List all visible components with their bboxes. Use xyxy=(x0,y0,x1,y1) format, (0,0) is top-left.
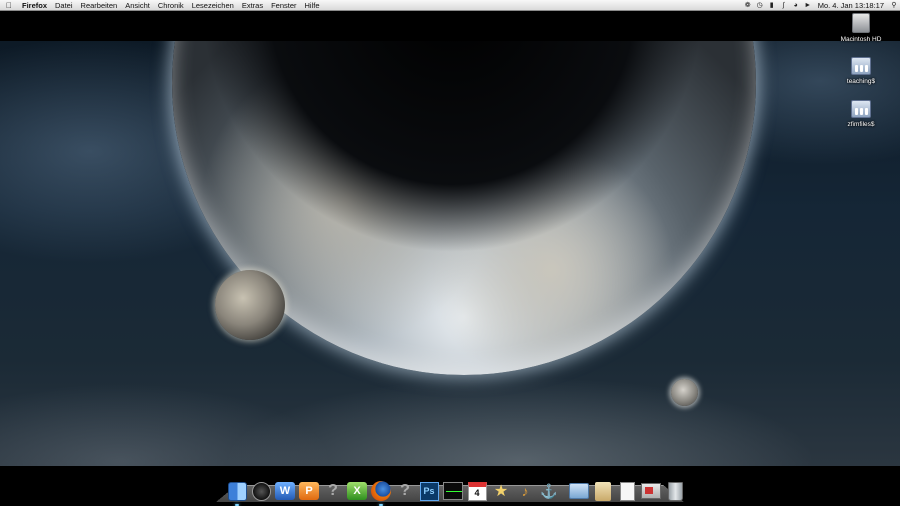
dock-item-ical[interactable]: 4 xyxy=(466,479,488,503)
menu-chronik[interactable]: Chronik xyxy=(154,0,188,11)
menu-firefox[interactable]: Firefox xyxy=(18,0,51,11)
dock-item-unknown-app-1[interactable]: ? xyxy=(322,479,344,503)
question-mark-icon: ? xyxy=(400,482,410,499)
dock-item-imovie[interactable]: ★ xyxy=(490,479,512,503)
small-moon-image xyxy=(671,379,698,406)
desktop-icon-macintosh-hd[interactable]: Macintosh HD xyxy=(831,13,891,43)
apple-menu-icon[interactable]:  xyxy=(0,1,18,10)
desktop-icon-teaching[interactable]: teaching$ xyxy=(831,57,891,85)
menu-datei[interactable]: Datei xyxy=(51,0,77,11)
menu-lesezeichen[interactable]: Lesezeichen xyxy=(188,0,238,11)
time-machine-icon[interactable]: ◷ xyxy=(754,0,766,11)
dock-item-photoshop[interactable]: Ps xyxy=(418,479,440,503)
menu-extras[interactable]: Extras xyxy=(238,0,267,11)
question-mark-icon: ? xyxy=(328,482,338,499)
dock-item-dashboard[interactable] xyxy=(250,479,272,503)
dashboard-icon xyxy=(251,481,271,501)
hard-drive-icon xyxy=(852,13,870,33)
large-moon-image xyxy=(215,270,285,340)
dock-item-garageband[interactable]: ♪ xyxy=(514,479,536,503)
wifi-icon[interactable]: ◕ xyxy=(790,0,802,11)
photoshop-icon: Ps xyxy=(419,481,439,501)
network-drive-icon xyxy=(851,100,871,118)
dock-item-activity-monitor[interactable] xyxy=(442,479,464,503)
pages-icon: P xyxy=(299,482,319,500)
dock-item-word[interactable]: W xyxy=(274,479,296,503)
star-icon: ★ xyxy=(493,483,509,500)
guitar-icon: ♪ xyxy=(521,483,529,499)
menu-ansicht[interactable]: Ansicht xyxy=(121,0,154,11)
menu-fenster[interactable]: Fenster xyxy=(267,0,300,11)
activity-monitor-icon xyxy=(443,482,463,500)
word-icon: W xyxy=(275,482,295,500)
top-black-band xyxy=(0,11,900,41)
dock-item-pages[interactable]: P xyxy=(298,479,320,503)
network-drive-icon xyxy=(851,57,871,75)
desktop-wallpaper xyxy=(0,41,900,466)
dock-item-documents-stack[interactable] xyxy=(592,479,614,503)
document-icon xyxy=(619,481,635,501)
desktop-icon-label: zfimfiles$ xyxy=(847,121,875,128)
excel-icon: X xyxy=(347,482,367,500)
preview-icon xyxy=(641,483,661,499)
compass-icon: ⚓ xyxy=(540,482,558,499)
firefox-icon xyxy=(371,481,391,501)
dock-item-unknown-app-2[interactable]: ? xyxy=(394,479,416,503)
scroll-icon xyxy=(595,481,611,501)
spotlight-search-icon[interactable]: ⚲ xyxy=(888,0,900,11)
dock-item-trash[interactable] xyxy=(664,479,686,503)
trash-icon xyxy=(667,481,683,501)
dock-item-firefox[interactable] xyxy=(370,479,392,506)
volume-icon[interactable]: ► xyxy=(802,0,814,11)
dock-item-utility[interactable]: ⚓ xyxy=(538,479,560,503)
desktop-icon-zfimfiles[interactable]: zfimfiles$ xyxy=(831,100,891,128)
battery-icon[interactable]: ▮ xyxy=(766,0,778,11)
dock-item-document[interactable] xyxy=(616,479,638,503)
calendar-icon: 4 xyxy=(467,481,487,501)
dock-item-preview[interactable] xyxy=(640,479,662,503)
menu-clock[interactable]: Mo. 4. Jan 13:18:17 xyxy=(814,1,888,10)
script-icon[interactable]: ❁ xyxy=(742,0,754,11)
menu-rearbeiten[interactable]: Rearbeiten xyxy=(77,0,122,11)
dock-item-excel[interactable]: X xyxy=(346,479,368,503)
dock: W P ? X ? Ps 4 ★ ♪ ⚓ xyxy=(226,475,686,506)
desktop-icon-label: teaching$ xyxy=(846,78,876,85)
bluetooth-icon[interactable]: ∫ xyxy=(778,0,790,11)
menu-bar:  Firefox Datei Rearbeiten Ansicht Chron… xyxy=(0,0,900,11)
dock-item-applications-folder[interactable] xyxy=(568,479,590,503)
folder-icon xyxy=(569,483,589,499)
dock-separator xyxy=(562,481,566,503)
desktop-icon-label: Macintosh HD xyxy=(840,36,882,43)
dock-item-finder[interactable] xyxy=(226,479,248,506)
menu-hilfe[interactable]: Hilfe xyxy=(301,0,324,11)
finder-icon xyxy=(227,481,247,501)
